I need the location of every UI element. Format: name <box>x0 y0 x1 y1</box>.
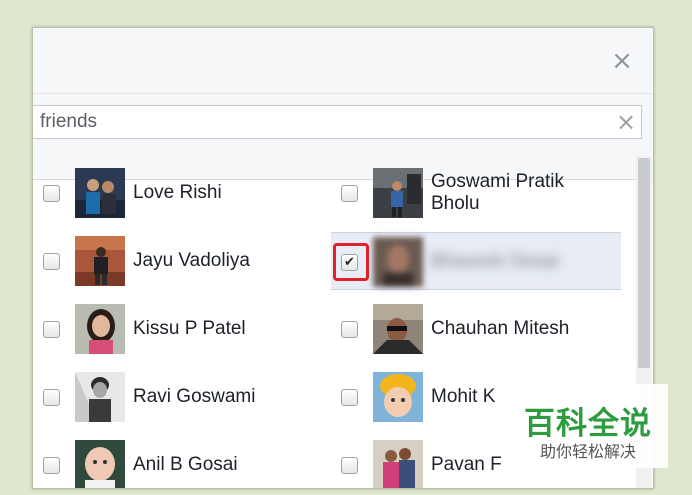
avatar <box>373 304 423 354</box>
friend-checkbox[interactable] <box>43 185 60 202</box>
friend-checkbox[interactable] <box>341 185 358 202</box>
search-input[interactable] <box>40 106 600 138</box>
friend-name: Jayu Vadoliya <box>133 250 250 271</box>
friend-name: Chauhan Mitesh <box>431 318 570 339</box>
friend-name: Kissu P Patel <box>133 318 246 339</box>
friend-name: Anil B Gosai <box>133 454 238 475</box>
friend-checkbox[interactable] <box>341 457 358 474</box>
watermark-logo: 百科全说 助你轻松解决 <box>508 384 668 468</box>
friend-item-selected[interactable]: ✔ Bhavesh Desai <box>331 232 621 290</box>
avatar <box>75 168 125 218</box>
avatar <box>373 168 423 218</box>
friend-name: Love Rishi <box>133 182 222 203</box>
avatar <box>75 304 125 354</box>
friend-checkbox[interactable] <box>43 389 60 406</box>
friend-checkbox[interactable] <box>43 253 60 270</box>
avatar <box>373 440 423 488</box>
avatar <box>75 372 125 422</box>
dialog-header: × <box>33 28 653 94</box>
friend-checkbox[interactable] <box>43 321 60 338</box>
friend-item-jayu-vadoliya[interactable]: Jayu Vadoliya <box>33 232 323 290</box>
friend-checkbox[interactable] <box>341 321 358 338</box>
scrollbar-thumb[interactable] <box>638 158 650 368</box>
avatar <box>75 236 125 286</box>
friend-item-anil-b-gosai[interactable]: Anil B Gosai <box>33 436 323 488</box>
watermark-subtitle: 助你轻松解决 <box>539 442 636 461</box>
friend-name: Goswami Pratik Bholu <box>431 171 565 214</box>
friend-checkbox[interactable] <box>43 457 60 474</box>
search-box: × <box>33 105 642 139</box>
friend-checkbox-checked[interactable]: ✔ <box>341 254 358 271</box>
avatar <box>75 440 125 488</box>
friend-item-kissu-p-patel[interactable]: Kissu P Patel <box>33 300 323 358</box>
avatar <box>373 372 423 422</box>
friend-item-goswami-pratik-bholu[interactable]: Goswami Pratik Bholu <box>331 164 621 222</box>
friend-name: Bhavesh Desai <box>431 251 559 272</box>
clear-search-icon[interactable]: × <box>615 110 637 134</box>
friend-item-chauhan-mitesh[interactable]: Chauhan Mitesh <box>331 300 621 358</box>
watermark-title: 百科全说 <box>524 406 652 442</box>
close-icon[interactable]: × <box>611 48 633 74</box>
friend-item-ravi-goswami[interactable]: Ravi Goswami <box>33 368 323 426</box>
friend-checkbox[interactable] <box>341 389 358 406</box>
friend-name: Ravi Goswami <box>133 386 256 407</box>
friend-item-love-rishi[interactable]: Love Rishi <box>33 164 323 222</box>
avatar <box>373 237 423 287</box>
